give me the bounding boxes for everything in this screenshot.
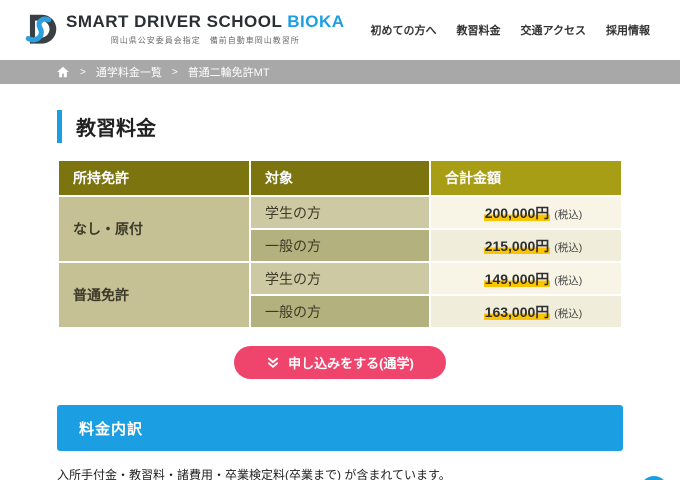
page-title: 教習料金: [57, 110, 623, 143]
home-icon: [57, 66, 69, 78]
license-cell-regular: 普通免許: [59, 263, 249, 327]
breadcrumb-item-current: 普通二輪免許MT: [187, 67, 270, 79]
price-cell: 149,000円 (税込): [431, 263, 621, 294]
logo[interactable]: SMART DRIVER SCHOOL BIOKA 岡山県公安委員会指定 備前自…: [24, 12, 345, 48]
breadcrumb-separator: >: [171, 66, 178, 78]
nav-item-access[interactable]: 交通アクセス: [521, 22, 586, 38]
price-value: 215,000円: [483, 237, 551, 254]
column-header-total: 合計金額: [431, 161, 621, 195]
column-header-target: 対象: [251, 161, 429, 195]
nav-item-first-time[interactable]: 初めての方へ: [371, 22, 437, 38]
price-value: 200,000円: [483, 204, 551, 221]
breakdown-title: 料金内訳: [79, 420, 144, 438]
target-cell: 学生の方: [251, 263, 429, 294]
target-cell: 学生の方: [251, 197, 429, 228]
price-cell: 163,000円 (税込): [431, 296, 621, 327]
table-header-row: 所持免許 対象 合計金額: [59, 161, 621, 195]
nav-item-pricing[interactable]: 教習料金: [457, 22, 501, 38]
column-header-license: 所持免許: [59, 161, 249, 195]
logo-title: SMART DRIVER SCHOOL BIOKA: [66, 12, 345, 32]
tax-note: (税込): [554, 241, 583, 254]
table-row: なし・原付 学生の方 200,000円 (税込): [59, 197, 621, 261]
breakdown-note: 入所手付金・教習料・諸費用・卒業検定料(卒業まで) が含まれています。: [57, 468, 451, 480]
breakdown-banner: 料金内訳: [57, 405, 623, 451]
logo-title-main: SMART DRIVER SCHOOL: [66, 12, 283, 31]
main-content: 教習料金 所持免許 対象 合計金額 なし・原付 学生の方 200,000円 (税込…: [0, 84, 680, 480]
tax-note: (税込): [554, 208, 583, 221]
apply-button[interactable]: 申し込みをする(通学): [234, 346, 446, 379]
table-row: 普通免許 学生の方 149,000円 (税込): [59, 263, 621, 327]
logo-title-accent: BIOKA: [287, 12, 345, 31]
price-cell: 215,000円 (税込): [431, 230, 621, 261]
site-header: SMART DRIVER SCHOOL BIOKA 岡山県公安委員会指定 備前自…: [0, 0, 680, 60]
tax-note: (税込): [554, 307, 583, 320]
target-cell: 一般の方: [251, 296, 429, 327]
nav-item-recruit[interactable]: 採用情報: [606, 22, 650, 38]
apply-button-label: 申し込みをする(通学): [288, 356, 414, 371]
logo-d-icon: [25, 14, 57, 44]
breadcrumb-home-link[interactable]: [56, 65, 70, 79]
main-nav: 初めての方へ 教習料金 交通アクセス 採用情報: [371, 22, 650, 38]
apply-button-wrap: 申し込みをする(通学): [57, 346, 623, 379]
pricing-table: 所持免許 対象 合計金額 なし・原付 学生の方 200,000円 (税込) 一般の…: [57, 159, 623, 329]
target-cell: 一般の方: [251, 230, 429, 261]
license-cell-none-moped: なし・原付: [59, 197, 249, 261]
breadcrumb: > 通学料金一覧 > 普通二輪免許MT: [0, 60, 680, 84]
price-value: 149,000円: [483, 270, 551, 287]
breadcrumb-separator: >: [80, 66, 86, 78]
price-cell: 200,000円 (税込): [431, 197, 621, 228]
chevron-double-down-icon: [268, 357, 279, 368]
breadcrumb-item-tsugaku[interactable]: 通学料金一覧: [96, 64, 162, 80]
logo-text: SMART DRIVER SCHOOL BIOKA 岡山県公安委員会指定 備前自…: [66, 12, 345, 46]
logo-subtitle: 岡山県公安委員会指定 備前自動車岡山教習所: [110, 36, 300, 45]
price-value: 163,000円: [483, 303, 551, 320]
tax-note: (税込): [554, 274, 583, 287]
